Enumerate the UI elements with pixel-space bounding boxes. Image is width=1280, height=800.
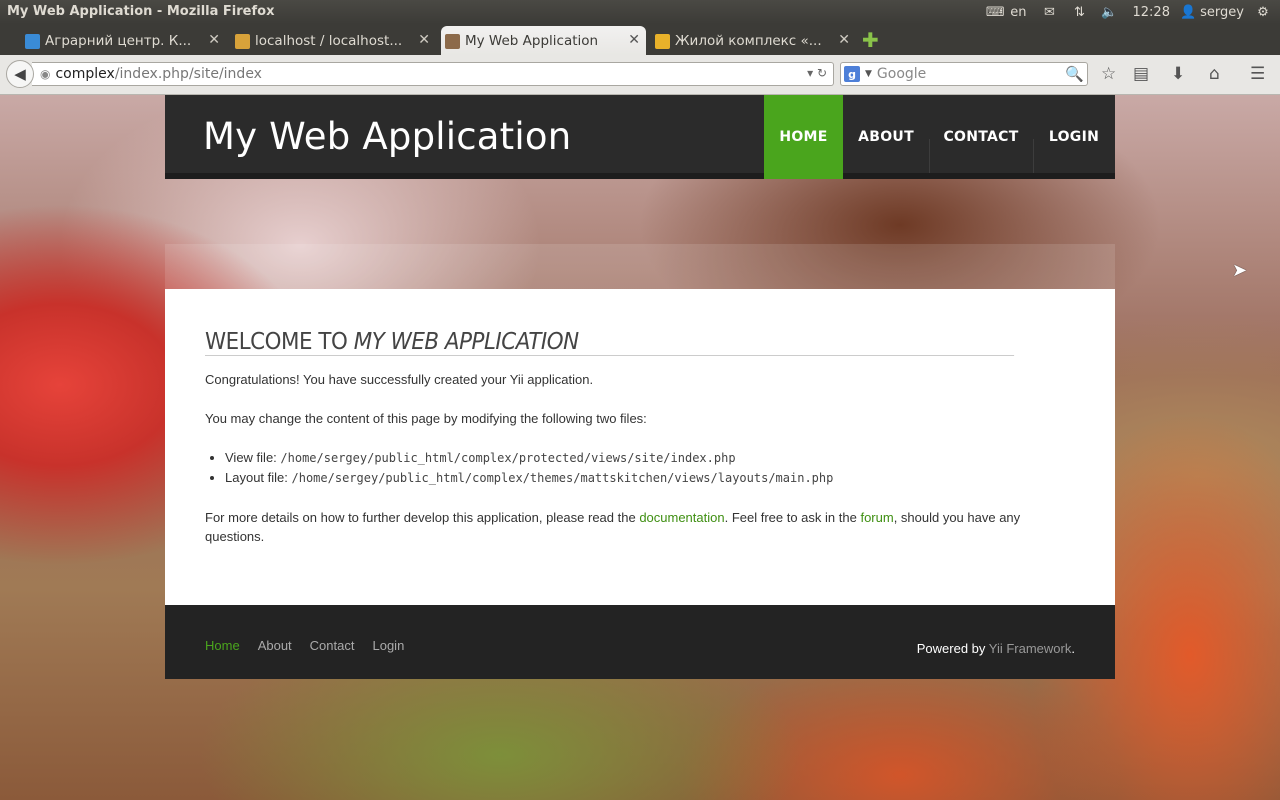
footer-link-contact[interactable]: Contact — [310, 638, 355, 653]
tab-title: localhost / localhost... — [255, 32, 403, 49]
file-label: Layout file: — [225, 470, 292, 485]
congrats-text: Congratulations! You have successfully c… — [205, 372, 594, 387]
tab-title: Жилой комплекс «... — [675, 32, 822, 49]
heading-prefix: Welcome to — [205, 329, 354, 355]
url-path: /index.php/site/index — [114, 66, 262, 82]
google-icon[interactable]: g — [844, 66, 860, 82]
user-name[interactable]: sergey — [1200, 0, 1244, 24]
footer-link-login[interactable]: Login — [372, 638, 404, 653]
forum-link[interactable]: forum — [860, 510, 893, 525]
files-list: View file: /home/sergey/public_html/comp… — [225, 448, 1075, 488]
url-host: complex — [55, 66, 115, 82]
yii-framework-link[interactable]: Yii Framework — [989, 641, 1072, 656]
system-tray: ⌨ en ✉ ⇅ 🔈 12:28 👤 sergey ⚙ — [980, 0, 1272, 24]
menu-icon[interactable]: ☰ — [1250, 64, 1265, 84]
arrow-left-icon: ◀ — [14, 65, 26, 83]
documentation-link[interactable]: documentation — [639, 510, 724, 525]
url-bar[interactable]: ◉ complex/index.php/site/index ▾ ↻ — [32, 62, 834, 86]
site-logo[interactable]: My Web Application — [203, 115, 571, 158]
window-title: My Web Application - Mozilla Firefox — [7, 4, 275, 19]
main-menu: HOME ABOUT CONTACT LOGIN — [764, 95, 1115, 179]
tab-title: My Web Application — [465, 32, 599, 49]
back-button[interactable]: ◀ — [6, 60, 34, 88]
tab-agrarian[interactable]: Аграрний центр. К... ✕ — [21, 26, 226, 55]
globe-icon[interactable]: ◉ — [40, 67, 50, 81]
instructions-text: You may change the content of this page … — [205, 411, 647, 426]
file-label: View file: — [225, 450, 281, 465]
chevron-down-icon[interactable]: ▼ — [865, 69, 872, 79]
footer-link-about[interactable]: About — [258, 638, 292, 653]
tab-title: Аграрний центр. К... — [45, 32, 192, 49]
tab-phpmyadmin[interactable]: localhost / localhost... ✕ — [231, 26, 436, 55]
download-icon[interactable]: ⬇ — [1171, 64, 1185, 84]
page-viewport: My Web Application HOME ABOUT CONTACT LO… — [0, 95, 1280, 800]
home-icon[interactable]: ⌂ — [1209, 64, 1220, 84]
menu-login[interactable]: LOGIN — [1033, 95, 1115, 179]
hero-band — [165, 244, 1115, 289]
close-icon[interactable]: ✕ — [628, 32, 640, 48]
favicon-icon — [235, 34, 250, 49]
footer-link-home[interactable]: Home — [205, 638, 240, 653]
os-top-panel: My Web Application - Mozilla Firefox ⌨ e… — [0, 0, 1280, 24]
more-details-text: For more details on how to further devel… — [205, 508, 1075, 546]
heading-app-name: My Web Application — [353, 329, 579, 355]
page-content: Welcome to My Web Application Congratula… — [165, 289, 1115, 605]
keyboard-layout[interactable]: en — [1010, 0, 1026, 24]
menu-contact[interactable]: CONTACT — [929, 95, 1033, 179]
keyboard-icon[interactable]: ⌨ — [980, 0, 1010, 24]
close-icon[interactable]: ✕ — [418, 32, 430, 48]
bookmark-star-icon[interactable]: ☆ — [1101, 64, 1116, 84]
network-icon[interactable]: ⇅ — [1065, 0, 1095, 24]
list-item: View file: /home/sergey/public_html/comp… — [225, 448, 1075, 468]
powered-suffix: . — [1071, 641, 1075, 656]
clock[interactable]: 12:28 — [1133, 0, 1170, 24]
site-footer: Home About Contact Login Powered by Yii … — [165, 605, 1115, 679]
tab-my-web-application[interactable]: My Web Application ✕ — [441, 26, 646, 55]
search-input[interactable]: Google — [877, 66, 926, 82]
file-path: /home/sergey/public_html/complex/protect… — [280, 451, 736, 465]
new-tab-icon[interactable]: ✚ — [862, 28, 879, 52]
tab-strip: Аграрний центр. К... ✕ localhost / local… — [0, 24, 1280, 55]
powered-by: Powered by Yii Framework. — [917, 641, 1075, 656]
favicon-icon — [25, 34, 40, 49]
search-bar[interactable]: g ▼ Google 🔍 — [840, 62, 1088, 86]
close-icon[interactable]: ✕ — [208, 32, 220, 48]
menu-about[interactable]: ABOUT — [843, 95, 929, 179]
gear-icon[interactable]: ⚙ — [1254, 0, 1272, 24]
menu-home[interactable]: HOME — [764, 95, 843, 179]
url-dropdown-icon[interactable]: ▾ ↻ — [807, 66, 827, 80]
page-title: Welcome to My Web Application — [205, 329, 1015, 356]
mail-icon[interactable]: ✉ — [1035, 0, 1065, 24]
file-path: /home/sergey/public_html/complex/themes/… — [291, 471, 834, 485]
volume-icon[interactable]: 🔈 — [1095, 0, 1125, 24]
reload-icon[interactable]: ↻ — [817, 66, 827, 80]
navigation-toolbar: ◉ complex/index.php/site/index ▾ ↻ ◀ g ▼… — [0, 55, 1280, 95]
bookmarks-list-icon[interactable]: ▤ — [1133, 64, 1149, 84]
tab-residential-complex[interactable]: Жилой комплекс «... ✕ — [651, 26, 856, 55]
site-header: My Web Application HOME ABOUT CONTACT LO… — [165, 95, 1115, 179]
footer-menu: Home About Contact Login — [205, 638, 404, 653]
close-icon[interactable]: ✕ — [838, 32, 850, 48]
user-icon: 👤 — [1179, 4, 1197, 20]
favicon-icon — [655, 34, 670, 49]
list-item: Layout file: /home/sergey/public_html/co… — [225, 468, 1075, 488]
details-text-part: For more details on how to further devel… — [205, 510, 640, 525]
favicon-icon — [445, 34, 460, 49]
search-icon[interactable]: 🔍 — [1065, 65, 1084, 83]
powered-prefix: Powered by — [916, 641, 989, 656]
mouse-cursor-icon: ➤ — [1232, 260, 1248, 281]
details-text-part: . Feel free to ask in the — [724, 510, 861, 525]
